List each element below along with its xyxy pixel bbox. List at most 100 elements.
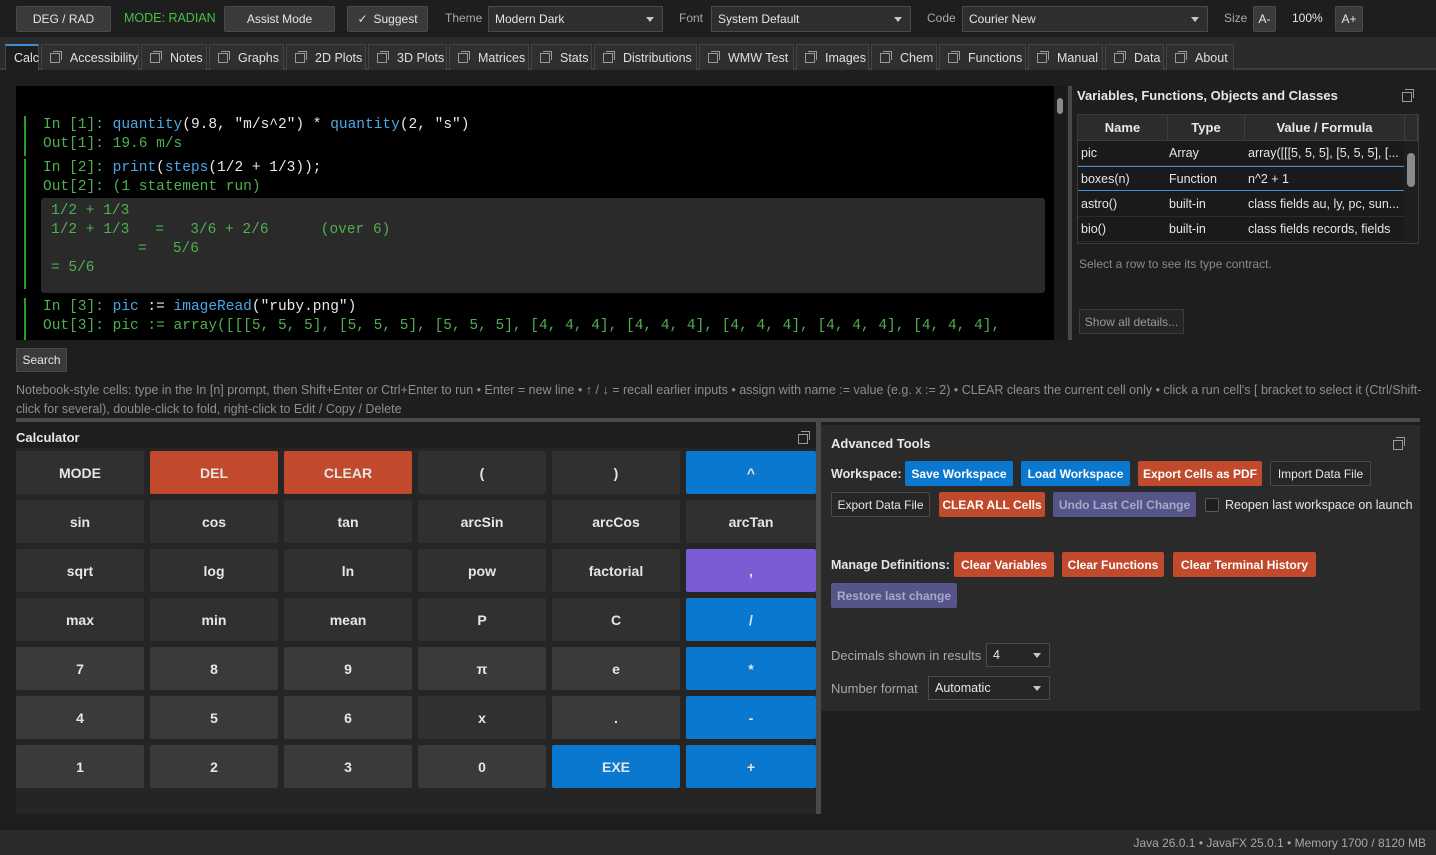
undo-last-cell-change-button[interactable]: Undo Last Cell Change	[1053, 492, 1196, 517]
tab-accessibility[interactable]: Accessibility	[41, 44, 139, 70]
key-cos-button[interactable]: cos	[150, 500, 278, 543]
key-mean-button[interactable]: mean	[284, 598, 412, 641]
tab-about[interactable]: About	[1166, 44, 1234, 70]
tab-distributions[interactable]: Distributions	[594, 44, 697, 70]
vertical-splitter[interactable]	[1068, 86, 1072, 340]
tab-images[interactable]: Images	[796, 44, 869, 70]
key-c-button[interactable]: C	[552, 598, 680, 641]
key-e-button[interactable]: e	[552, 647, 680, 690]
load-workspace-button[interactable]: Load Workspace	[1021, 461, 1130, 486]
number-format-select[interactable]: Automatic	[928, 676, 1050, 700]
key-3-button[interactable]: 3	[284, 745, 412, 788]
table-row[interactable]: astro() built-in class fields au, ly, pc…	[1078, 192, 1405, 217]
tab-data[interactable]: Data	[1105, 44, 1164, 70]
key-plus-button[interactable]: +	[686, 745, 816, 788]
export-data-file-button[interactable]: Export Data File	[831, 492, 930, 517]
suggest-toggle-button[interactable]: ✓ Suggest	[347, 6, 428, 32]
tab-stats[interactable]: Stats	[531, 44, 592, 70]
notebook-console[interactable]: In [1]: quantity(9.8, "m/s^2") * quantit…	[16, 86, 1054, 340]
key-max-button[interactable]: max	[16, 598, 144, 641]
export-cells-pdf-button[interactable]: Export Cells as PDF	[1138, 461, 1262, 486]
key-4-button[interactable]: 4	[16, 696, 144, 739]
reopen-workspace-checkbox[interactable]	[1205, 498, 1219, 512]
theme-select[interactable]: Modern Dark	[488, 6, 663, 32]
tab-2d-plots[interactable]: 2D Plots	[286, 44, 366, 70]
search-button[interactable]: Search	[16, 348, 67, 372]
clear-functions-button[interactable]: Clear Functions	[1062, 552, 1164, 577]
key-decimal-point-button[interactable]: .	[552, 696, 680, 739]
clear-variables-button[interactable]: Clear Variables	[954, 552, 1054, 577]
tab-calc[interactable]: Calc	[5, 44, 39, 70]
key-ln-button[interactable]: ln	[284, 549, 412, 592]
horizontal-splitter[interactable]	[16, 418, 1420, 422]
variables-table[interactable]: Name Type Value / Formula pic Array arra…	[1077, 114, 1419, 244]
key-x-button[interactable]: x	[418, 696, 546, 739]
key-mode-button[interactable]: MODE	[16, 451, 144, 494]
table-row[interactable]: bio() built-in class fields records, fie…	[1078, 217, 1405, 242]
key-sqrt-button[interactable]: sqrt	[16, 549, 144, 592]
key-minus-button[interactable]: -	[686, 696, 816, 739]
assist-mode-button[interactable]: Assist Mode	[224, 6, 335, 32]
variables-scrollbar[interactable]	[1404, 141, 1418, 243]
clear-terminal-history-button[interactable]: Clear Terminal History	[1173, 552, 1316, 577]
key-arccos-button[interactable]: arcCos	[552, 500, 680, 543]
key-log-button[interactable]: log	[150, 549, 278, 592]
notebook-cell-3[interactable]: In [3]: pic := imageRead("ruby.png") Out…	[24, 298, 1046, 340]
key-del-button[interactable]: DEL	[150, 451, 278, 494]
key-clear-button[interactable]: CLEAR	[284, 451, 412, 494]
show-all-details-button[interactable]: Show all details...	[1079, 309, 1184, 334]
key-7-button[interactable]: 7	[16, 647, 144, 690]
key-8-button[interactable]: 8	[150, 647, 278, 690]
key-close-paren-button[interactable]: )	[552, 451, 680, 494]
font-decrease-button[interactable]: A-	[1253, 6, 1276, 32]
key-min-button[interactable]: min	[150, 598, 278, 641]
column-header-type[interactable]: Type	[1168, 115, 1245, 141]
tab-graphs[interactable]: Graphs	[209, 44, 284, 70]
key-9-button[interactable]: 9	[284, 647, 412, 690]
key-sin-button[interactable]: sin	[16, 500, 144, 543]
font-select[interactable]: System Default	[711, 6, 911, 32]
key-exe-button[interactable]: EXE	[552, 745, 680, 788]
key-tan-button[interactable]: tan	[284, 500, 412, 543]
scrollbar-thumb[interactable]	[1057, 98, 1063, 114]
notebook-scrollbar[interactable]	[1054, 86, 1066, 340]
decimals-select[interactable]: 4	[986, 643, 1050, 667]
save-workspace-button[interactable]: Save Workspace	[905, 461, 1013, 486]
key-open-paren-button[interactable]: (	[418, 451, 546, 494]
key-arcsin-button[interactable]: arcSin	[418, 500, 546, 543]
key-5-button[interactable]: 5	[150, 696, 278, 739]
key-1-button[interactable]: 1	[16, 745, 144, 788]
column-header-name[interactable]: Name	[1078, 115, 1168, 141]
key-multiply-button[interactable]: *	[686, 647, 816, 690]
tab-manual[interactable]: Manual	[1028, 44, 1103, 70]
key-divide-button[interactable]: /	[686, 598, 816, 641]
table-row-selected[interactable]: boxes(n) Function n^2 + 1	[1078, 166, 1405, 191]
key-2-button[interactable]: 2	[150, 745, 278, 788]
font-increase-button[interactable]: A+	[1335, 6, 1363, 32]
undock-icon[interactable]	[1393, 437, 1405, 450]
key-factorial-button[interactable]: factorial	[552, 549, 680, 592]
table-row[interactable]: pic Array array([[[5, 5, 5], [5, 5, 5], …	[1078, 141, 1405, 166]
deg-rad-toggle-button[interactable]: DEG / RAD	[16, 6, 111, 32]
key-0-button[interactable]: 0	[418, 745, 546, 788]
import-data-file-button[interactable]: Import Data File	[1270, 461, 1371, 486]
clear-all-cells-button[interactable]: CLEAR ALL Cells	[939, 492, 1045, 517]
restore-last-change-button[interactable]: Restore last change	[831, 583, 957, 608]
tab-chem[interactable]: Chem	[871, 44, 937, 70]
notebook-cell-1[interactable]: In [1]: quantity(9.8, "m/s^2") * quantit…	[24, 116, 1046, 156]
tab-notes[interactable]: Notes	[141, 44, 207, 70]
key-p-button[interactable]: P	[418, 598, 546, 641]
code-font-select[interactable]: Courier New	[962, 6, 1208, 32]
column-header-value[interactable]: Value / Formula	[1245, 115, 1405, 141]
tab-matrices[interactable]: Matrices	[449, 44, 529, 70]
tab-wmw-test[interactable]: WMW Test	[699, 44, 794, 70]
undock-icon[interactable]	[798, 431, 810, 444]
key-arctan-button[interactable]: arcTan	[686, 500, 816, 543]
key-6-button[interactable]: 6	[284, 696, 412, 739]
key-pow-button[interactable]: pow	[418, 549, 546, 592]
tab-3d-plots[interactable]: 3D Plots	[368, 44, 447, 70]
tab-functions[interactable]: Functions	[939, 44, 1026, 70]
undock-icon[interactable]	[1402, 89, 1414, 102]
key-power-button[interactable]: ^	[686, 451, 816, 494]
scrollbar-thumb[interactable]	[1407, 153, 1415, 187]
